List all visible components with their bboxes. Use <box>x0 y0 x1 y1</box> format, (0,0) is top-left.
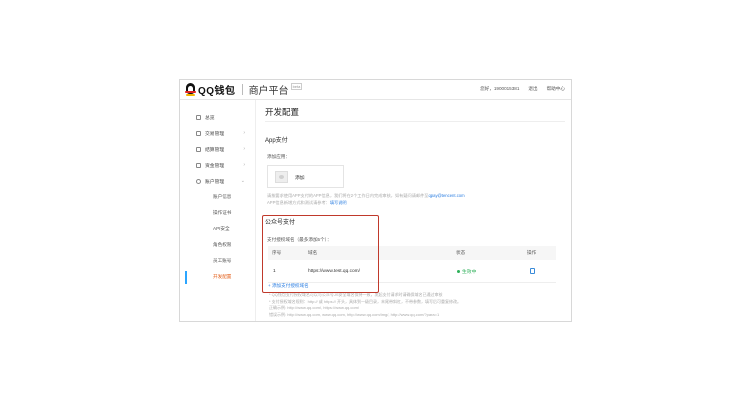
settlement-icon <box>196 146 201 152</box>
sidebar-item-account[interactable]: 账户管理 ⌄ <box>180 174 255 188</box>
fill-instructions-link[interactable]: 填写说明 <box>330 200 347 205</box>
platform-name: 商户平台 <box>248 86 289 97</box>
sidebar-item-settlement[interactable]: 结算管理 › <box>180 142 255 156</box>
row-status-label: 生效中 <box>462 269 477 275</box>
sidebar-subitem-staff-accounts[interactable]: 员工账号 <box>180 254 255 268</box>
status-dot-icon <box>457 269 460 273</box>
app-pay-note-1: 请按要求使用APP支付的APP信息，我们将在2个工作日内完成审核，如有疑问请邮件… <box>267 193 465 199</box>
column-header-status: 状态 <box>456 250 466 255</box>
edit-icon <box>530 268 535 274</box>
sidebar-subitem-certificate[interactable]: 操作证书 <box>180 206 255 220</box>
logo-divider <box>241 84 243 95</box>
highlight-box <box>262 215 379 293</box>
sidebar-item-label: 资金管理 <box>205 163 225 169</box>
home-icon <box>196 114 201 120</box>
sidebar: 总览 交易管理 › 结算管理 › 资金管理 › 账户管理 ⌄ 账户信息 操作证书 <box>180 100 256 321</box>
note-text: 请按要求使用APP支付的APP信息，我们将在2个工作日内完成审核，如有疑问请邮件… <box>267 193 429 198</box>
chevron-right-icon: › <box>243 130 245 136</box>
sidebar-item-funds[interactable]: 资金管理 › <box>180 158 255 172</box>
domain-notes: * QQ钱包支付授权域名可以与公众号JS安全域名保持一致，发起支付请求时请确保域… <box>269 292 461 318</box>
top-bar: QQ钱包 商户平台 beta 您好，1900015381 退出 帮助中心 <box>180 80 571 100</box>
sidebar-subitem-api-security[interactable]: API安全 <box>180 222 255 236</box>
support-email-link[interactable]: qpay@tencent.com <box>428 193 464 198</box>
image-placeholder-icon <box>275 171 288 183</box>
add-app-button-label: 添加 <box>295 176 305 181</box>
sidebar-subitem-label: 员工账号 <box>213 258 232 263</box>
sidebar-item-overview[interactable]: 总览 <box>180 110 255 124</box>
page-title: 开发配置 <box>265 107 300 117</box>
row-edit-button[interactable] <box>530 260 535 282</box>
title-divider <box>265 121 565 122</box>
add-app-label: 添加应用： <box>267 154 290 159</box>
sidebar-subitem-dev-config[interactable]: 开发配置 <box>180 270 255 284</box>
greeting-text: 您好，1900015381 <box>480 86 520 91</box>
chevron-right-icon: › <box>243 162 245 168</box>
logout-link[interactable]: 退出 <box>528 86 537 92</box>
sidebar-subitem-role-permissions[interactable]: 角色权限 <box>180 238 255 252</box>
sidebar-subitem-label: API安全 <box>213 226 230 231</box>
user-menu: 您好，1900015381 退出 帮助中心 <box>480 86 565 92</box>
row-status: 生效中 <box>457 260 476 282</box>
account-icon <box>196 178 201 184</box>
sidebar-item-transactions[interactable]: 交易管理 › <box>180 126 255 140</box>
app-pay-note-2: APP信息新增方式和测试请参考：填写说明 <box>267 200 347 206</box>
sidebar-subitem-label: 开发配置 <box>213 274 232 279</box>
funds-icon <box>196 162 201 168</box>
sidebar-subitem-label: 角色权限 <box>213 242 232 247</box>
sidebar-item-label: 总览 <box>205 115 215 121</box>
beta-badge: beta <box>290 82 303 90</box>
qq-penguin-icon <box>185 83 196 96</box>
sidebar-item-label: 交易管理 <box>205 131 225 137</box>
app-pay-section-title: App支付 <box>265 138 288 144</box>
app-window: QQ钱包 商户平台 beta 您好，1900015381 退出 帮助中心 总览 … <box>179 79 572 322</box>
sidebar-subitem-label: 操作证书 <box>213 210 232 215</box>
add-app-button[interactable]: 添加 <box>267 165 344 188</box>
domain-note: 错误示例: http://www.qq.com, www.qq.com, htt… <box>269 311 440 317</box>
logo[interactable]: QQ钱包 商户平台 beta <box>185 82 303 97</box>
note-text: APP信息新增方式和测试请参考： <box>267 200 330 205</box>
sidebar-subitem-label: 账户信息 <box>213 194 232 199</box>
column-header-actions: 操作 <box>527 250 537 255</box>
logo-text: QQ钱包 <box>198 86 236 97</box>
chevron-down-icon: ⌄ <box>240 178 245 184</box>
transaction-icon <box>196 130 201 136</box>
chevron-right-icon: › <box>243 146 245 152</box>
help-center-link[interactable]: 帮助中心 <box>547 86 565 92</box>
sidebar-subitem-account-info[interactable]: 账户信息 <box>180 190 255 204</box>
sidebar-item-label: 账户管理 <box>205 179 225 185</box>
sidebar-item-label: 结算管理 <box>205 147 225 153</box>
